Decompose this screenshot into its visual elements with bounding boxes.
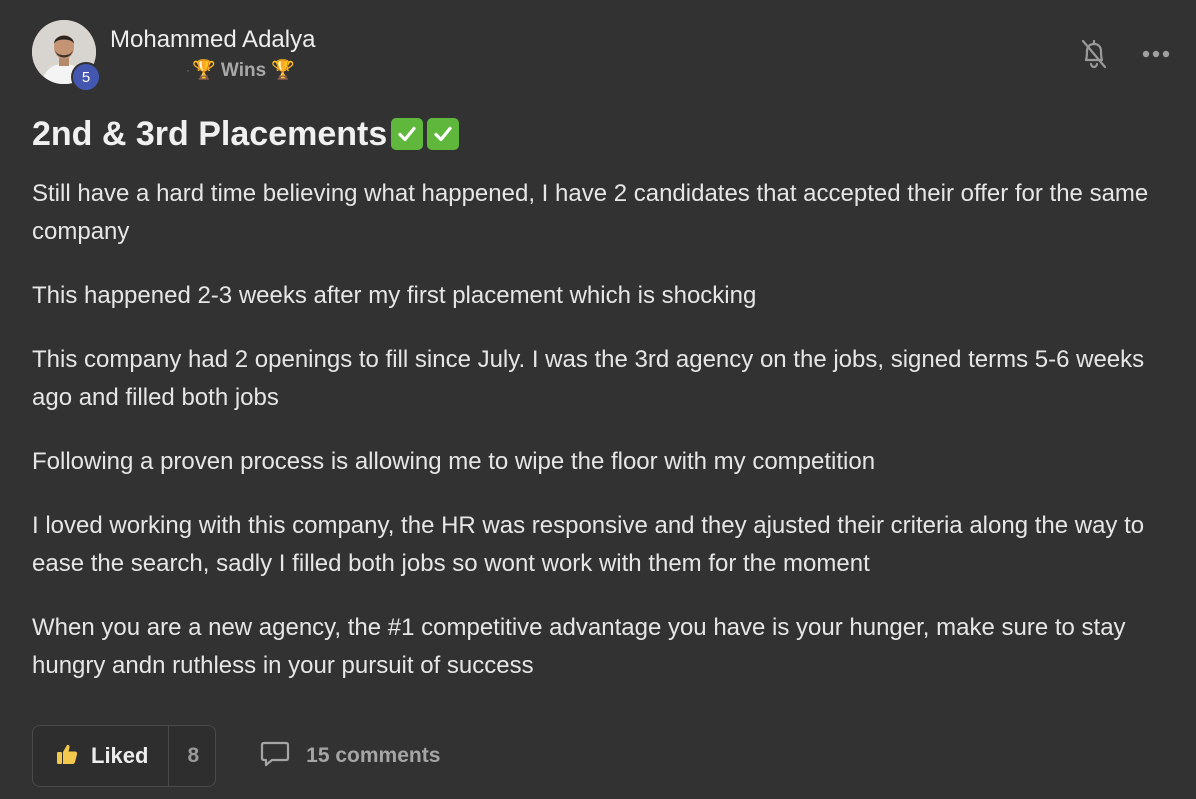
author-avatar[interactable]: 5 (32, 20, 101, 92)
post-body: Still have a hard time believing what ha… (32, 175, 1190, 711)
post-card: 5 Mohammed Adalya · 🏆 Wins 🏆 2nd & 3rd P… (0, 0, 1196, 799)
post-paragraph: This happened 2-3 weeks after my first p… (32, 282, 757, 309)
post-actions (1080, 38, 1170, 70)
like-group: Liked 8 (32, 725, 217, 787)
check-mark-icon (391, 118, 424, 150)
post-meta: · 🏆 Wins 🏆 (110, 58, 315, 82)
like-count[interactable]: 8 (169, 744, 215, 768)
thumbs-up-icon (55, 742, 79, 771)
level-badge: 5 (71, 62, 101, 92)
author-name[interactable]: Mohammed Adalya (110, 24, 315, 56)
author-info: Mohammed Adalya · 🏆 Wins 🏆 (110, 24, 315, 82)
like-label: Liked (91, 743, 149, 768)
post-header: 5 Mohammed Adalya · 🏆 Wins 🏆 (32, 20, 315, 92)
meta-separator: · (186, 63, 190, 77)
post-paragraph: I loved working with this company, the H… (32, 512, 1145, 577)
like-button[interactable]: Liked (33, 726, 170, 786)
post-paragraph: When you are a new agency, the #1 compet… (32, 614, 1126, 679)
comments-button[interactable]: 15 comments (260, 740, 440, 773)
post-paragraph: This company had 2 openings to fill sinc… (32, 346, 1145, 411)
bell-off-icon[interactable] (1080, 38, 1108, 70)
post-title-text: 2nd & 3rd Placements (32, 115, 388, 153)
post-title: 2nd & 3rd Placements (32, 112, 460, 156)
comment-icon (260, 740, 290, 773)
comments-label: 15 comments (306, 744, 441, 767)
check-mark-icon (427, 118, 460, 150)
more-horizontal-icon[interactable] (1142, 50, 1170, 58)
post-paragraph: Following a proven process is allowing m… (32, 448, 876, 475)
post-footer: Liked 8 15 comments (32, 725, 440, 787)
post-category[interactable]: 🏆 Wins 🏆 (192, 58, 295, 82)
post-paragraph: Still have a hard time believing what ha… (32, 180, 1149, 245)
